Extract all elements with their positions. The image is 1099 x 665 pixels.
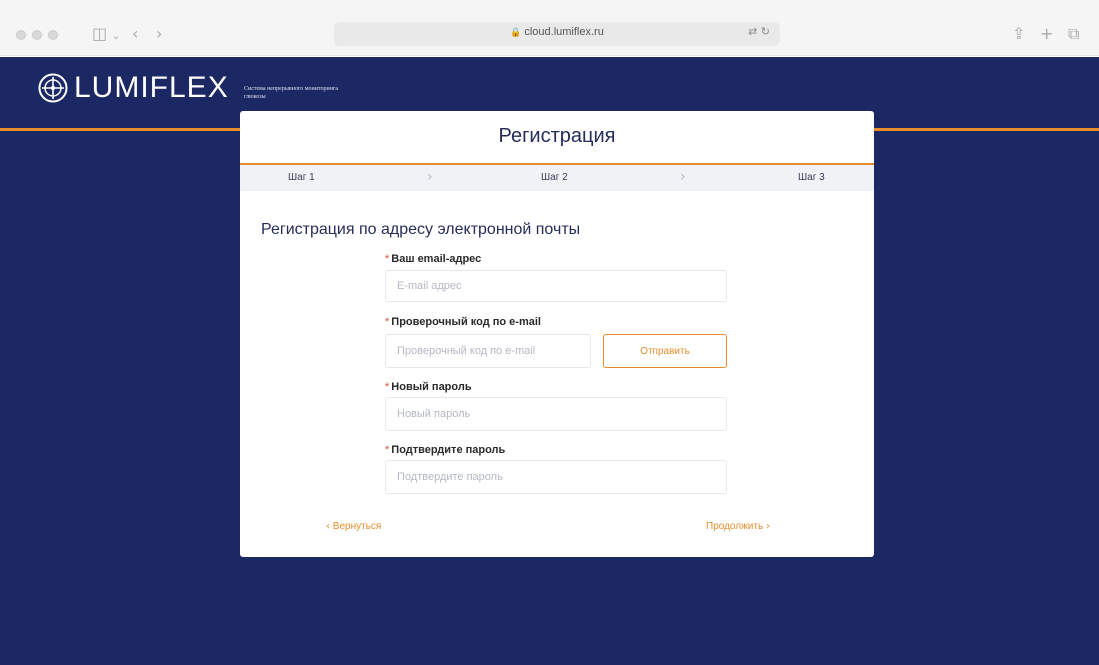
zoom-window-button[interactable] [48, 30, 58, 40]
close-window-button[interactable] [16, 30, 26, 40]
confirm-label-text: Подтвердите пароль [391, 444, 506, 456]
required-mark: * [385, 316, 390, 328]
confirm-label: * Подтвердите пароль [385, 444, 505, 456]
continue-link[interactable]: Продолжить › [706, 521, 770, 532]
back-arrow-icon[interactable]: ‹ [132, 24, 138, 44]
new-password-field[interactable] [385, 397, 727, 431]
step-indicator: Шаг 1 › Шаг 2 › Шаг 3 [240, 165, 874, 191]
address-bar[interactable]: 🔒 cloud.lumiflex.ru ⇄ ↻ [334, 22, 780, 46]
minimize-window-button[interactable] [32, 30, 42, 40]
code-label: * Проверочный код по e-mail [385, 316, 541, 328]
browser-toolbar: ◫ ⌄ ‹ › 🔒 cloud.lumiflex.ru ⇄ ↻ ⇪ + ⧉ [0, 0, 1099, 56]
new-tab-icon[interactable]: + [1040, 24, 1053, 44]
chevron-left-icon: ‹ [326, 521, 330, 532]
required-mark: * [385, 253, 390, 265]
sidebar-toggle-icon[interactable]: ◫ [92, 24, 107, 44]
chevron-right-icon: › [427, 169, 433, 185]
registration-card: Регистрация Шаг 1 › Шаг 2 › Шаг 3 Регист… [240, 111, 874, 557]
forward-arrow-icon[interactable]: › [156, 24, 162, 44]
window-controls[interactable] [16, 30, 58, 40]
verification-code-field[interactable] [385, 334, 591, 368]
reload-icon[interactable]: ↻ [761, 25, 770, 38]
brand-tagline: Система непрерывного мониторинга глюкозы [244, 86, 339, 100]
required-mark: * [385, 444, 390, 456]
brand-name: LUMIFLEX [74, 71, 229, 104]
address-bar-actions: ⇄ ↻ [748, 25, 770, 38]
password-label-text: Новый пароль [391, 381, 472, 393]
confirm-password-field[interactable] [385, 460, 727, 494]
email-field[interactable] [385, 270, 727, 302]
lock-icon: 🔒 [510, 28, 522, 38]
translate-icon[interactable]: ⇄ [748, 25, 757, 38]
lumiflex-logo-icon [38, 73, 68, 103]
back-link[interactable]: ‹ Вернуться [326, 521, 381, 532]
required-mark: * [385, 381, 390, 393]
step-2: Шаг 2 [541, 172, 568, 183]
address-url: cloud.lumiflex.ru [524, 26, 604, 38]
step-1: Шаг 1 [288, 172, 315, 183]
section-title: Регистрация по адресу электронной почты [261, 221, 581, 238]
send-code-button[interactable]: Отправить [603, 334, 727, 368]
code-label-text: Проверочный код по e-mail [391, 316, 541, 328]
step-3: Шаг 3 [798, 172, 825, 183]
brand-logo[interactable]: LUMIFLEX [38, 73, 229, 103]
back-link-label: Вернуться [332, 521, 382, 532]
share-icon[interactable]: ⇪ [1012, 24, 1025, 44]
page-background: LUMIFLEX Система непрерывного мониторинг… [0, 57, 1099, 665]
tabs-overview-icon[interactable]: ⧉ [1068, 24, 1079, 44]
chevron-right-icon: › [765, 521, 770, 532]
page-title: Регистрация [498, 125, 616, 147]
email-label: * Ваш email-адрес [385, 253, 481, 265]
chevron-right-icon: › [680, 169, 686, 185]
email-label-text: Ваш email-адрес [391, 253, 482, 265]
chevron-down-icon[interactable]: ⌄ [112, 27, 120, 47]
password-label: * Новый пароль [385, 381, 472, 393]
continue-link-label: Продолжить [706, 521, 764, 532]
address-text-wrap: 🔒 cloud.lumiflex.ru [334, 26, 780, 38]
